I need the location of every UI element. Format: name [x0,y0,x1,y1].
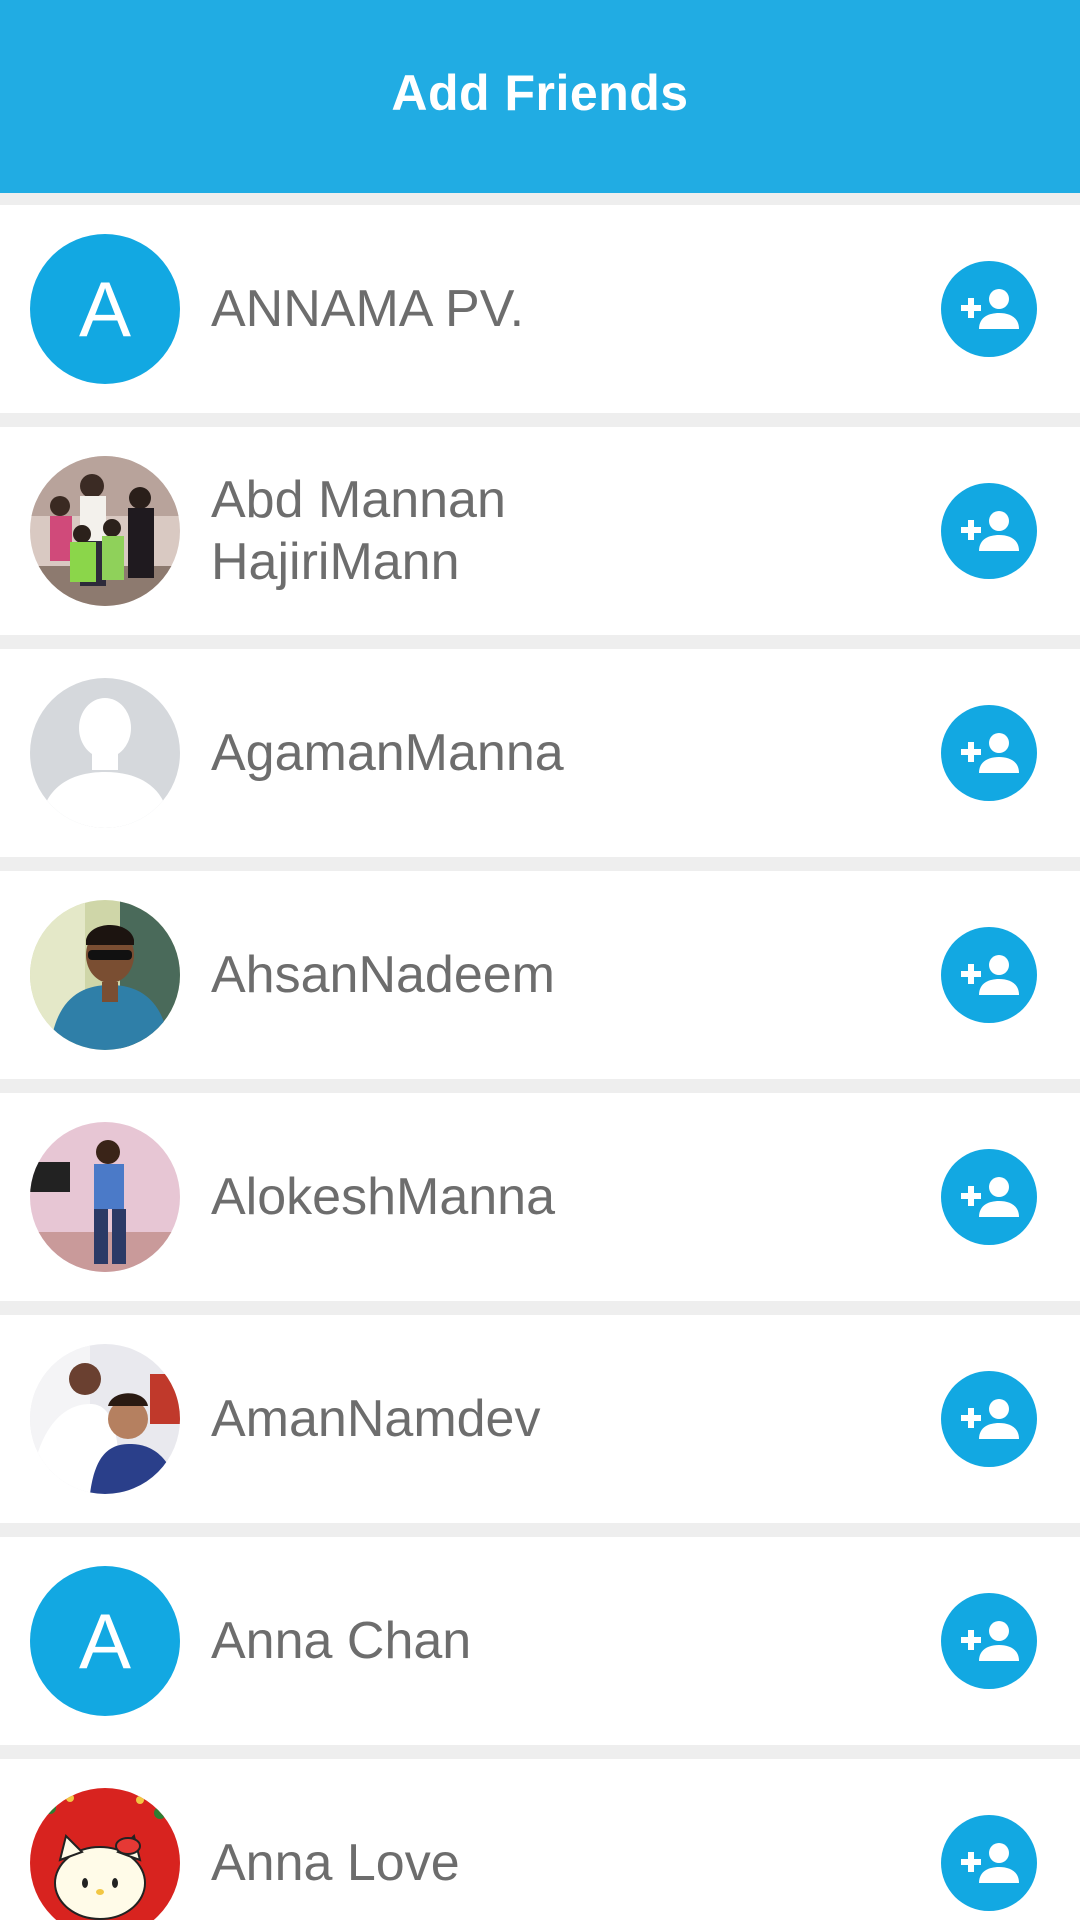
selfie-photo-icon [30,1344,180,1494]
friend-name-line: Anna Love [211,1834,460,1892]
friend-row[interactable]: A ANNAMA PV. [0,205,1080,413]
avatar [30,456,180,606]
friend-row[interactable]: AlokeshManna [0,1093,1080,1301]
friend-name: ANNAMA PV. [211,205,911,413]
add-friend-button[interactable] [941,261,1037,357]
friend-row[interactable]: AhsanNadeem [0,871,1080,1079]
add-friend-button[interactable] [941,1371,1037,1467]
friend-row[interactable]: AgamanManna [0,649,1080,857]
add-friend-icon [961,955,1019,995]
default-person-icon [30,678,180,828]
avatar [30,900,180,1050]
friend-name-line: AmanNamdev [211,1390,541,1448]
app-header: Add Friends [0,0,1080,193]
friend-name: AgamanManna [211,649,911,857]
add-friend-button[interactable] [941,1593,1037,1689]
avatar-letter: A [78,265,132,353]
add-friend-button[interactable] [941,1149,1037,1245]
person-standing-icon [30,1122,180,1272]
avatar [30,678,180,828]
avatar: A [30,234,180,384]
group-photo-icon [30,456,180,606]
friend-name: Anna Love [211,1759,911,1920]
avatar [30,1788,180,1920]
add-friend-icon [961,733,1019,773]
hello-kitty-photo-icon [30,1788,180,1920]
friend-row[interactable]: Abd Mannan HajiriMann [0,427,1080,635]
friend-name-line: AgamanManna [211,724,564,782]
friend-row[interactable]: Anna Love [0,1759,1080,1920]
friend-row[interactable]: AmanNamdev [0,1315,1080,1523]
friend-name: AhsanNadeem [211,871,911,1079]
add-friend-button[interactable] [941,483,1037,579]
person-with-sunglasses-icon [30,900,180,1050]
friend-name-line: ANNAMA PV. [211,280,525,338]
friend-name-line: HajiriMann [211,533,460,591]
add-friend-icon [961,1843,1019,1883]
avatar: A [30,1566,180,1716]
add-friend-button[interactable] [941,705,1037,801]
friend-name: Anna Chan [211,1537,911,1745]
avatar [30,1122,180,1272]
add-friend-icon [961,1399,1019,1439]
friends-list[interactable]: A ANNAMA PV. Abd Mannan HajiriMann Agama… [0,193,1080,1920]
friend-name-line: Anna Chan [211,1612,472,1670]
add-friend-icon [961,289,1019,329]
avatar [30,1344,180,1494]
add-friend-button[interactable] [941,1815,1037,1911]
friend-name: AmanNamdev [211,1315,911,1523]
page-title: Add Friends [391,64,689,121]
friend-name: AlokeshManna [211,1093,911,1301]
friend-name-line: AlokeshManna [211,1168,555,1226]
friend-name-line: Abd Mannan [211,471,506,529]
friend-name: Abd Mannan HajiriMann [211,427,911,635]
add-friend-icon [961,511,1019,551]
add-friend-button[interactable] [941,927,1037,1023]
friend-name-line: AhsanNadeem [211,946,555,1004]
avatar-letter: A [78,1597,132,1685]
friend-row[interactable]: A Anna Chan [0,1537,1080,1745]
add-friend-icon [961,1621,1019,1661]
add-friend-icon [961,1177,1019,1217]
